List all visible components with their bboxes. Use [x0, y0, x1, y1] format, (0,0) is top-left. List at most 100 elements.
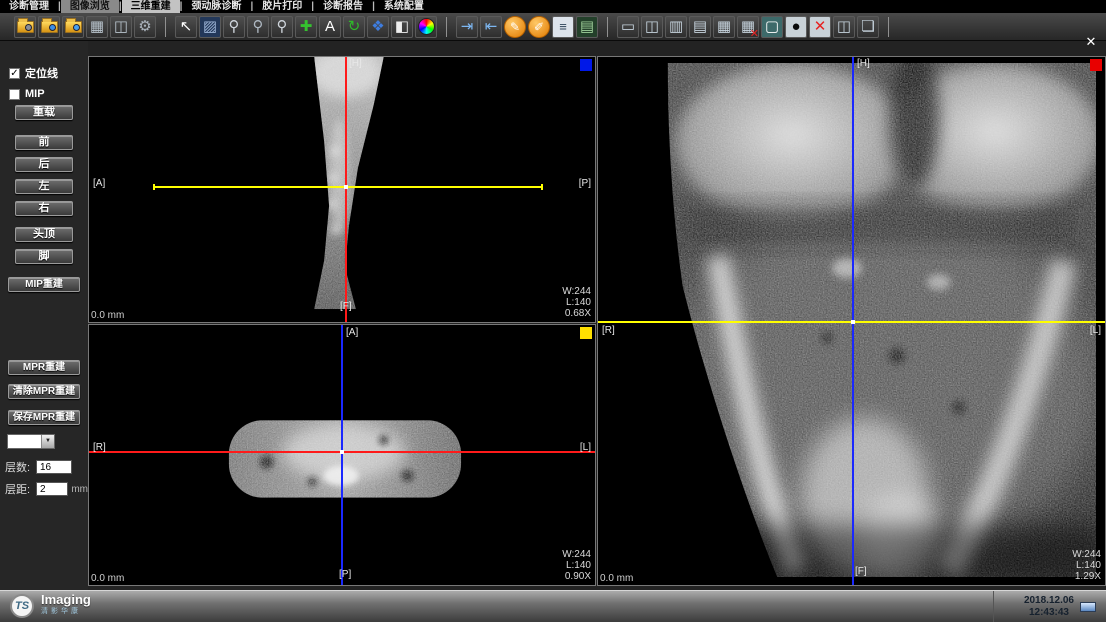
mpr-series-dropdown[interactable]: ▼	[7, 434, 55, 449]
left-view-button[interactable]: 左	[15, 179, 73, 194]
orientation-label-left: [A]	[93, 178, 105, 189]
tab-system-config[interactable]: 系统配置	[375, 0, 433, 13]
save-mpr-button[interactable]: 保存MPR重建	[8, 410, 80, 425]
image-display-icon[interactable]: ▨	[199, 16, 221, 38]
tab-carotid-diagnosis[interactable]: 颈动脉诊断	[182, 0, 250, 13]
series-layout-icon[interactable]: ⇤	[480, 16, 502, 38]
zoom-icon[interactable]: ⚲	[223, 16, 245, 38]
right-view-button[interactable]: 右	[15, 201, 73, 216]
checkbox-checked-icon[interactable]: ✓	[9, 68, 20, 79]
brand-logo: TS Imaging 清影华康	[10, 594, 91, 618]
layout-horizontal-split-icon[interactable]: ▤	[689, 16, 711, 38]
brand-name: Imaging	[41, 594, 91, 606]
checkbox-unchecked-icon[interactable]	[9, 89, 20, 100]
rect-shape-icon[interactable]: ▢	[761, 16, 783, 38]
status-bar: TS Imaging 清影华康 2018.12.06 12:43:43	[0, 590, 1106, 622]
color-palette-icon[interactable]	[415, 16, 437, 38]
layout-vertical-split-icon[interactable]: ▥	[665, 16, 687, 38]
cursor-icon[interactable]: ↖	[175, 16, 197, 38]
tab-3d-reconstruction[interactable]: 三维重建	[122, 0, 180, 13]
sagittal-viewport[interactable]: [H] [A] [P] [F] W:244 L:140 0.68X 0.0 mm	[88, 56, 596, 323]
crosshair-vertical-line[interactable]	[345, 57, 347, 322]
clear-mpr-button[interactable]: 清除MPR重建	[8, 384, 80, 399]
folder-glyph	[65, 21, 82, 33]
tab-image-browse[interactable]: 图像浏览	[61, 0, 119, 13]
tab-film-print[interactable]: 胶片打印	[253, 0, 311, 13]
mip-checkbox[interactable]: MIP	[9, 88, 88, 100]
toolbar-separator	[607, 17, 608, 37]
time-label: 12:43:43	[1024, 607, 1074, 619]
text-annotation-icon[interactable]: A	[319, 16, 341, 38]
edit-tools-icon[interactable]: ✐	[528, 16, 550, 38]
export-image-icon[interactable]: ▤	[576, 16, 598, 38]
datetime-display: 2018.12.06 12:43:43	[1024, 595, 1074, 619]
locator-line-label: 定位线	[25, 65, 58, 81]
toolbar-separator	[165, 17, 166, 37]
cascade-windows-icon[interactable]: ❏	[857, 16, 879, 38]
layout-columns-icon[interactable]: ◫	[833, 16, 855, 38]
layout-title-icon[interactable]: ◫	[641, 16, 663, 38]
crosshair-horizontal-line[interactable]	[153, 186, 543, 188]
zoom-region-icon[interactable]: ⚲	[247, 16, 269, 38]
mip-rebuild-button[interactable]: MIP重建	[8, 277, 80, 292]
coronal-viewport[interactable]: [H] [R] [L] [F] W:244 L:140 1.29X 0.0 mm	[597, 56, 1106, 586]
report-document-icon[interactable]: ≡	[552, 16, 574, 38]
toolbar-separator	[888, 17, 889, 37]
crosshair-intersection-dot	[851, 320, 855, 324]
layer-spacing-label: 层距:	[5, 481, 33, 497]
zoom-2x-icon[interactable]: ⚲	[271, 16, 293, 38]
split-window-icon[interactable]: ◫	[110, 16, 132, 38]
locator-line-checkbox[interactable]: ✓ 定位线	[9, 65, 88, 81]
window-level-info: W:244 L:140 1.29X	[1072, 549, 1101, 582]
window-level-info: W:244 L:140 0.68X	[562, 286, 591, 319]
mpr-rebuild-button[interactable]: MPR重建	[8, 360, 80, 375]
layer-spacing-input[interactable]: 2	[36, 482, 68, 496]
open-network-folder-icon[interactable]	[38, 16, 60, 38]
series-link-icon[interactable]: ⇥	[456, 16, 478, 38]
orientation-label-left: [R]	[602, 325, 615, 336]
open-patient-folder-icon[interactable]	[14, 16, 36, 38]
orientation-label-bottom: [P]	[339, 569, 351, 580]
toolbar: ▦◫⚙↖▨⚲⚲⚲✚A↻❖◧⇥⇤✎✐≡▤▭◫▥▤▦▦✕▢●✕◫❏	[0, 13, 1106, 41]
orientation-label-right: [L]	[580, 442, 591, 453]
folder-badge	[73, 24, 80, 31]
circle-shape-icon[interactable]: ●	[785, 16, 807, 38]
tab-diagnosis-management[interactable]: 诊断管理	[0, 0, 58, 13]
chevron-down-icon[interactable]: ▼	[41, 435, 54, 448]
worklist-grid-icon[interactable]: ▦	[86, 16, 108, 38]
ts-logo-icon: TS	[10, 594, 34, 618]
delete-annotation-icon[interactable]: ✕	[809, 16, 831, 38]
draw-pencil-icon[interactable]: ✎	[504, 16, 526, 38]
foot-view-button[interactable]: 脚	[15, 249, 73, 264]
refresh-rotate-icon[interactable]: ↻	[343, 16, 365, 38]
back-view-button[interactable]: 后	[15, 157, 73, 172]
folder-glyph	[17, 21, 34, 33]
crosshair-vertical-line[interactable]	[341, 325, 343, 585]
axial-viewport[interactable]: [A] [R] [L] [P] W:244 L:140 0.90X 0.0 mm	[88, 324, 596, 586]
pan-move-icon[interactable]: ✚	[295, 16, 317, 38]
folder-badge	[49, 24, 56, 31]
sidebar: ✓ 定位线 MIP 重载 前 后 左 右 头顶 脚 MIP重建 MPR重建 清除…	[0, 41, 88, 590]
invert-display-icon[interactable]: ◧	[391, 16, 413, 38]
close-icon[interactable]: ✕	[1083, 34, 1099, 50]
layer-count-input[interactable]: 16	[36, 460, 72, 474]
volume-settings-icon[interactable]: ⚙	[134, 16, 156, 38]
tab-diagnosis-report[interactable]: 诊断报告	[314, 0, 372, 13]
orientation-label-right: [L]	[1090, 325, 1101, 336]
orientation-label-bottom: [F]	[855, 566, 867, 577]
icon-x-badge: ✕	[750, 29, 759, 40]
front-view-button[interactable]: 前	[15, 135, 73, 150]
layout-grid-icon[interactable]: ▦	[713, 16, 735, 38]
fit-to-window-icon[interactable]: ❖	[367, 16, 389, 38]
layer-count-row: 层数: 16	[5, 459, 88, 475]
layer-count-label: 层数:	[5, 459, 33, 475]
layout-single-icon[interactable]: ▭	[617, 16, 639, 38]
layer-spacing-row: 层距: 2 mm	[5, 481, 88, 497]
toolbar-separator	[446, 17, 447, 37]
orientation-label-top: [A]	[346, 327, 358, 338]
slice-position-label: 0.0 mm	[600, 573, 633, 584]
clear-layout-icon[interactable]: ▦✕	[737, 16, 759, 38]
import-folder-icon[interactable]	[62, 16, 84, 38]
reload-button[interactable]: 重载	[15, 105, 73, 120]
head-view-button[interactable]: 头顶	[15, 227, 73, 242]
